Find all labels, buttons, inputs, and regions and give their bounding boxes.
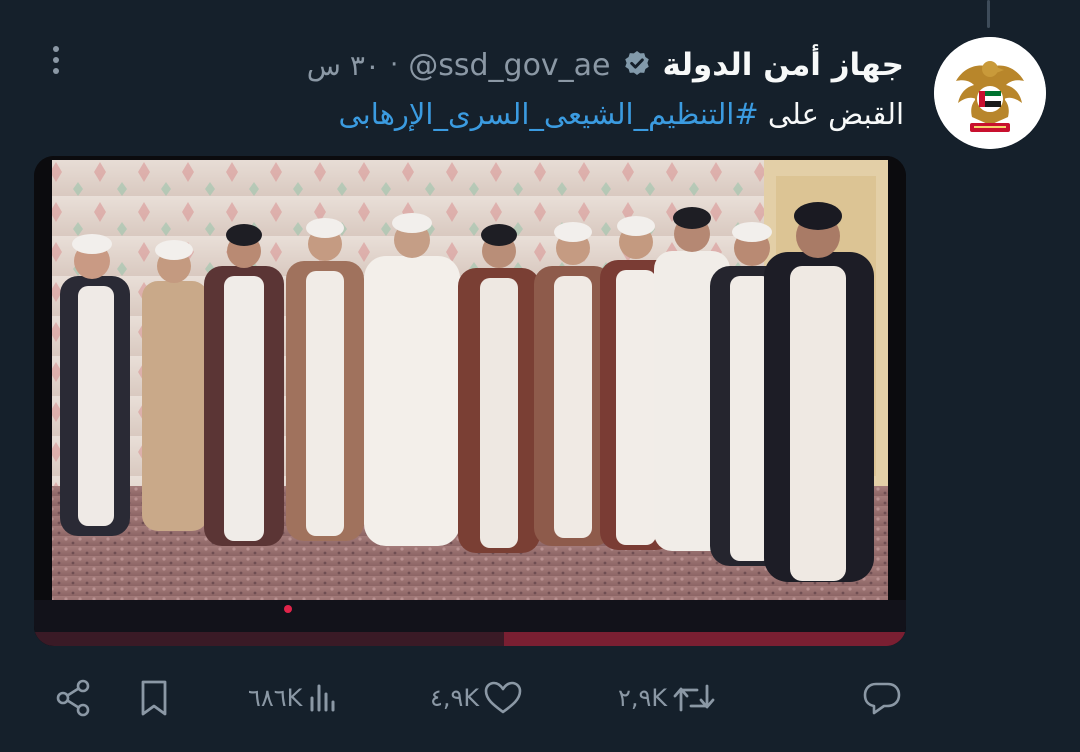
more-options-button[interactable] bbox=[38, 40, 74, 80]
tweet-text: القبض على #التنظيم_الشيعى_السرى_الإرهابى bbox=[338, 90, 904, 138]
views-button[interactable]: ٦٨٦K bbox=[248, 672, 342, 724]
reply-icon bbox=[863, 682, 901, 715]
tweet-header: جهاز أمن الدولة @ssd_gov_ae · ٣٠ س bbox=[307, 40, 904, 90]
share-button[interactable] bbox=[52, 672, 96, 724]
views-icon bbox=[310, 684, 335, 712]
bookmark-icon bbox=[141, 680, 167, 716]
reply-button[interactable] bbox=[862, 672, 906, 724]
video-frame bbox=[34, 156, 906, 646]
share-icon bbox=[56, 679, 90, 717]
more-dot-icon bbox=[53, 57, 59, 63]
video-player[interactable] bbox=[34, 156, 906, 646]
retweet-icon bbox=[673, 684, 715, 712]
verified-badge-icon bbox=[624, 51, 649, 75]
heart-icon bbox=[484, 681, 522, 714]
retweet-button[interactable]: ٢,٩K bbox=[618, 672, 717, 724]
separator-dot: · bbox=[389, 50, 399, 80]
display-name[interactable]: جهاز أمن الدولة bbox=[663, 47, 904, 83]
more-dot-icon bbox=[53, 68, 59, 74]
tweet-text-prefix: القبض على bbox=[758, 97, 904, 131]
avatar[interactable] bbox=[934, 37, 1046, 149]
like-count: ٤,٩K bbox=[430, 684, 480, 712]
bookmark-button[interactable] bbox=[134, 672, 174, 724]
handle[interactable]: @ssd_gov_ae bbox=[408, 48, 610, 83]
thread-line bbox=[987, 0, 990, 28]
views-count: ٦٨٦K bbox=[248, 684, 303, 712]
more-dot-icon bbox=[53, 46, 59, 52]
like-button[interactable]: ٤,٩K bbox=[430, 672, 523, 724]
emirates-emblem-icon bbox=[934, 37, 1046, 149]
hashtag-link[interactable]: #التنظيم_الشيعى_السرى_الإرهابى bbox=[338, 97, 758, 131]
retweet-count: ٢,٩K bbox=[618, 684, 668, 712]
timestamp[interactable]: ٣٠ س bbox=[307, 49, 380, 82]
